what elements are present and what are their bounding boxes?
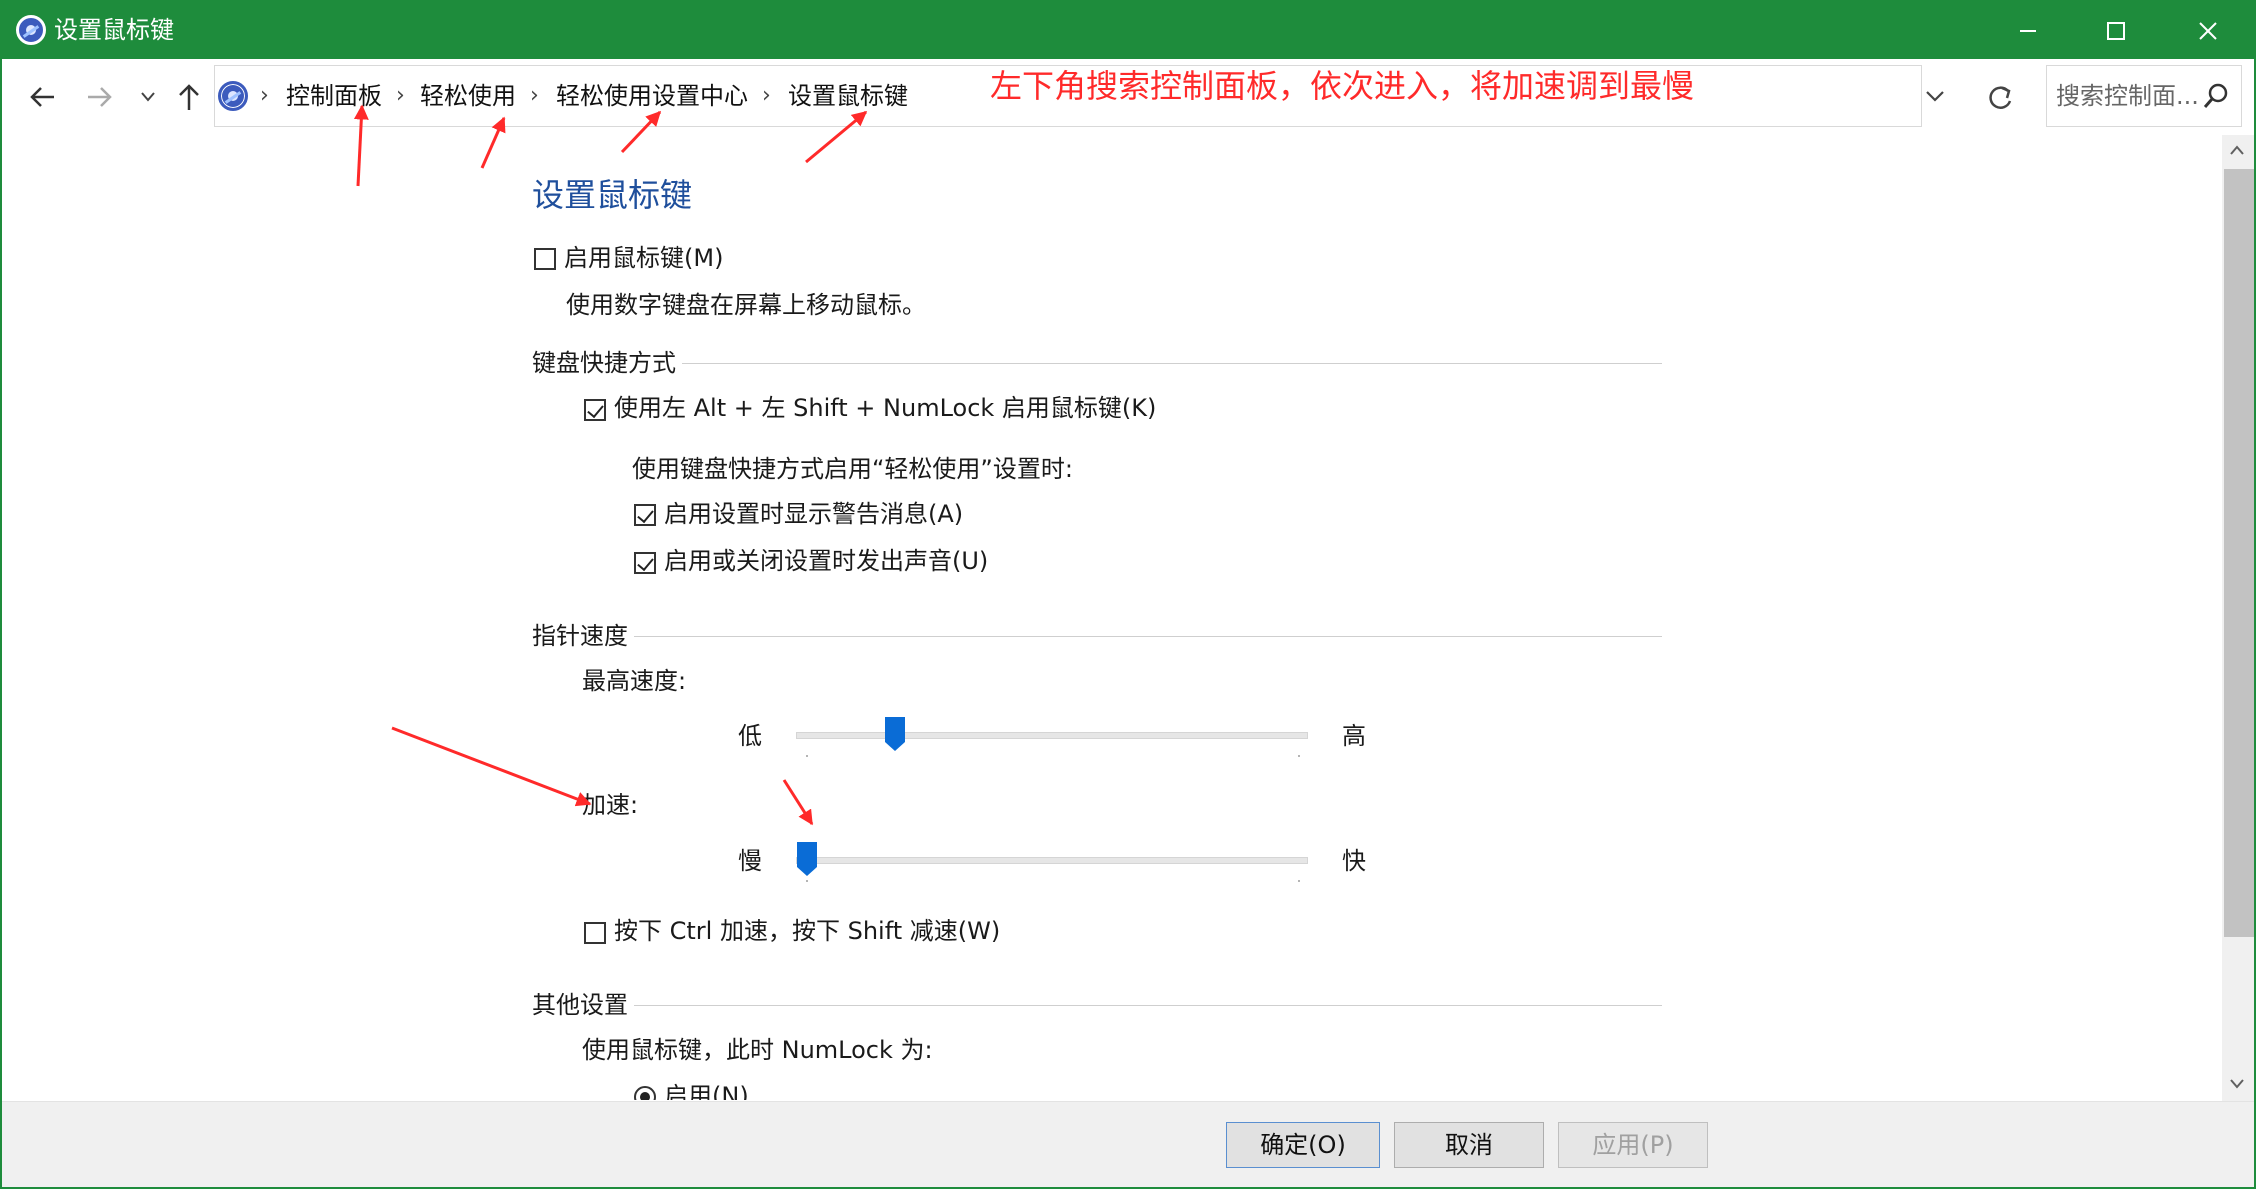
annotation-arrow (353, 104, 369, 187)
annotation-arrow (805, 110, 868, 164)
annotation-arrow (620, 110, 662, 154)
annotation-arrow (391, 726, 592, 807)
annotation-arrow (782, 779, 814, 826)
window: 设置鼠标键 › 控制面板 › 轻松使用 › 轻松使用设置中心 › 设置鼠标键 左… (0, 0, 2256, 1189)
annotation-arrow (480, 116, 506, 169)
annotation-arrows (353, 104, 868, 826)
